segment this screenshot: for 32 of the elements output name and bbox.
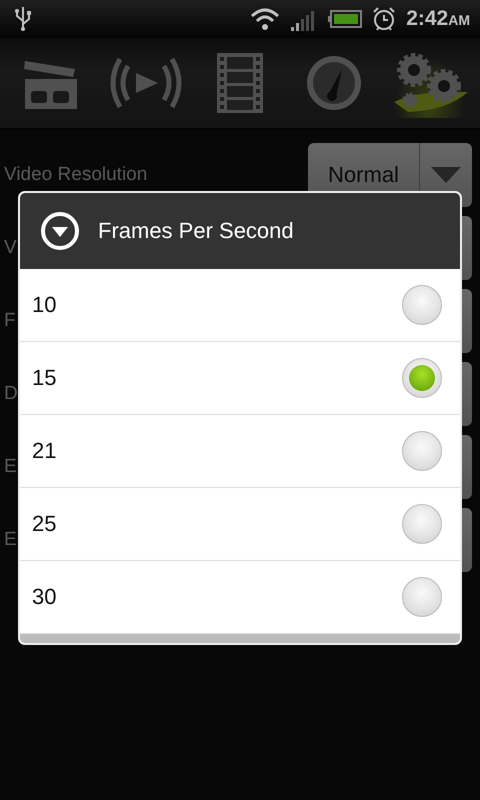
gauge-icon — [306, 55, 362, 111]
setting-label: V — [4, 236, 17, 258]
radio-button[interactable] — [402, 358, 442, 398]
setting-label: D — [4, 382, 18, 404]
caret-icon — [431, 166, 461, 182]
setting-label: E — [4, 456, 17, 478]
radio-button[interactable] — [402, 285, 442, 325]
option-label: 30 — [32, 584, 56, 610]
option-label: 25 — [32, 511, 56, 537]
wifi-icon — [250, 7, 280, 31]
option-label: 10 — [32, 292, 56, 318]
radio-button[interactable] — [402, 431, 442, 471]
setting-label: E — [4, 528, 17, 550]
radio-button[interactable] — [402, 504, 442, 544]
radio-button[interactable] — [402, 577, 442, 617]
film-strip-icon — [216, 53, 263, 113]
option-row[interactable]: 10 — [20, 269, 460, 342]
setting-label: Video Resolution — [4, 164, 148, 186]
caret-circle-icon — [40, 211, 80, 251]
alarm-clock-icon — [372, 6, 396, 32]
option-label: 21 — [32, 438, 56, 464]
option-row[interactable]: 25 — [20, 488, 460, 561]
option-row[interactable]: 15 — [20, 342, 460, 415]
clock-period: AM — [448, 12, 470, 28]
setting-label: F — [4, 310, 16, 332]
play-signal-icon — [110, 56, 182, 110]
battery-icon — [328, 10, 362, 28]
option-row[interactable]: 21 — [20, 415, 460, 488]
clock-time: 2:42 — [406, 7, 448, 31]
usb-icon — [14, 7, 32, 31]
dialog-title: Frames Per Second — [98, 218, 294, 244]
option-label: 15 — [32, 365, 56, 391]
